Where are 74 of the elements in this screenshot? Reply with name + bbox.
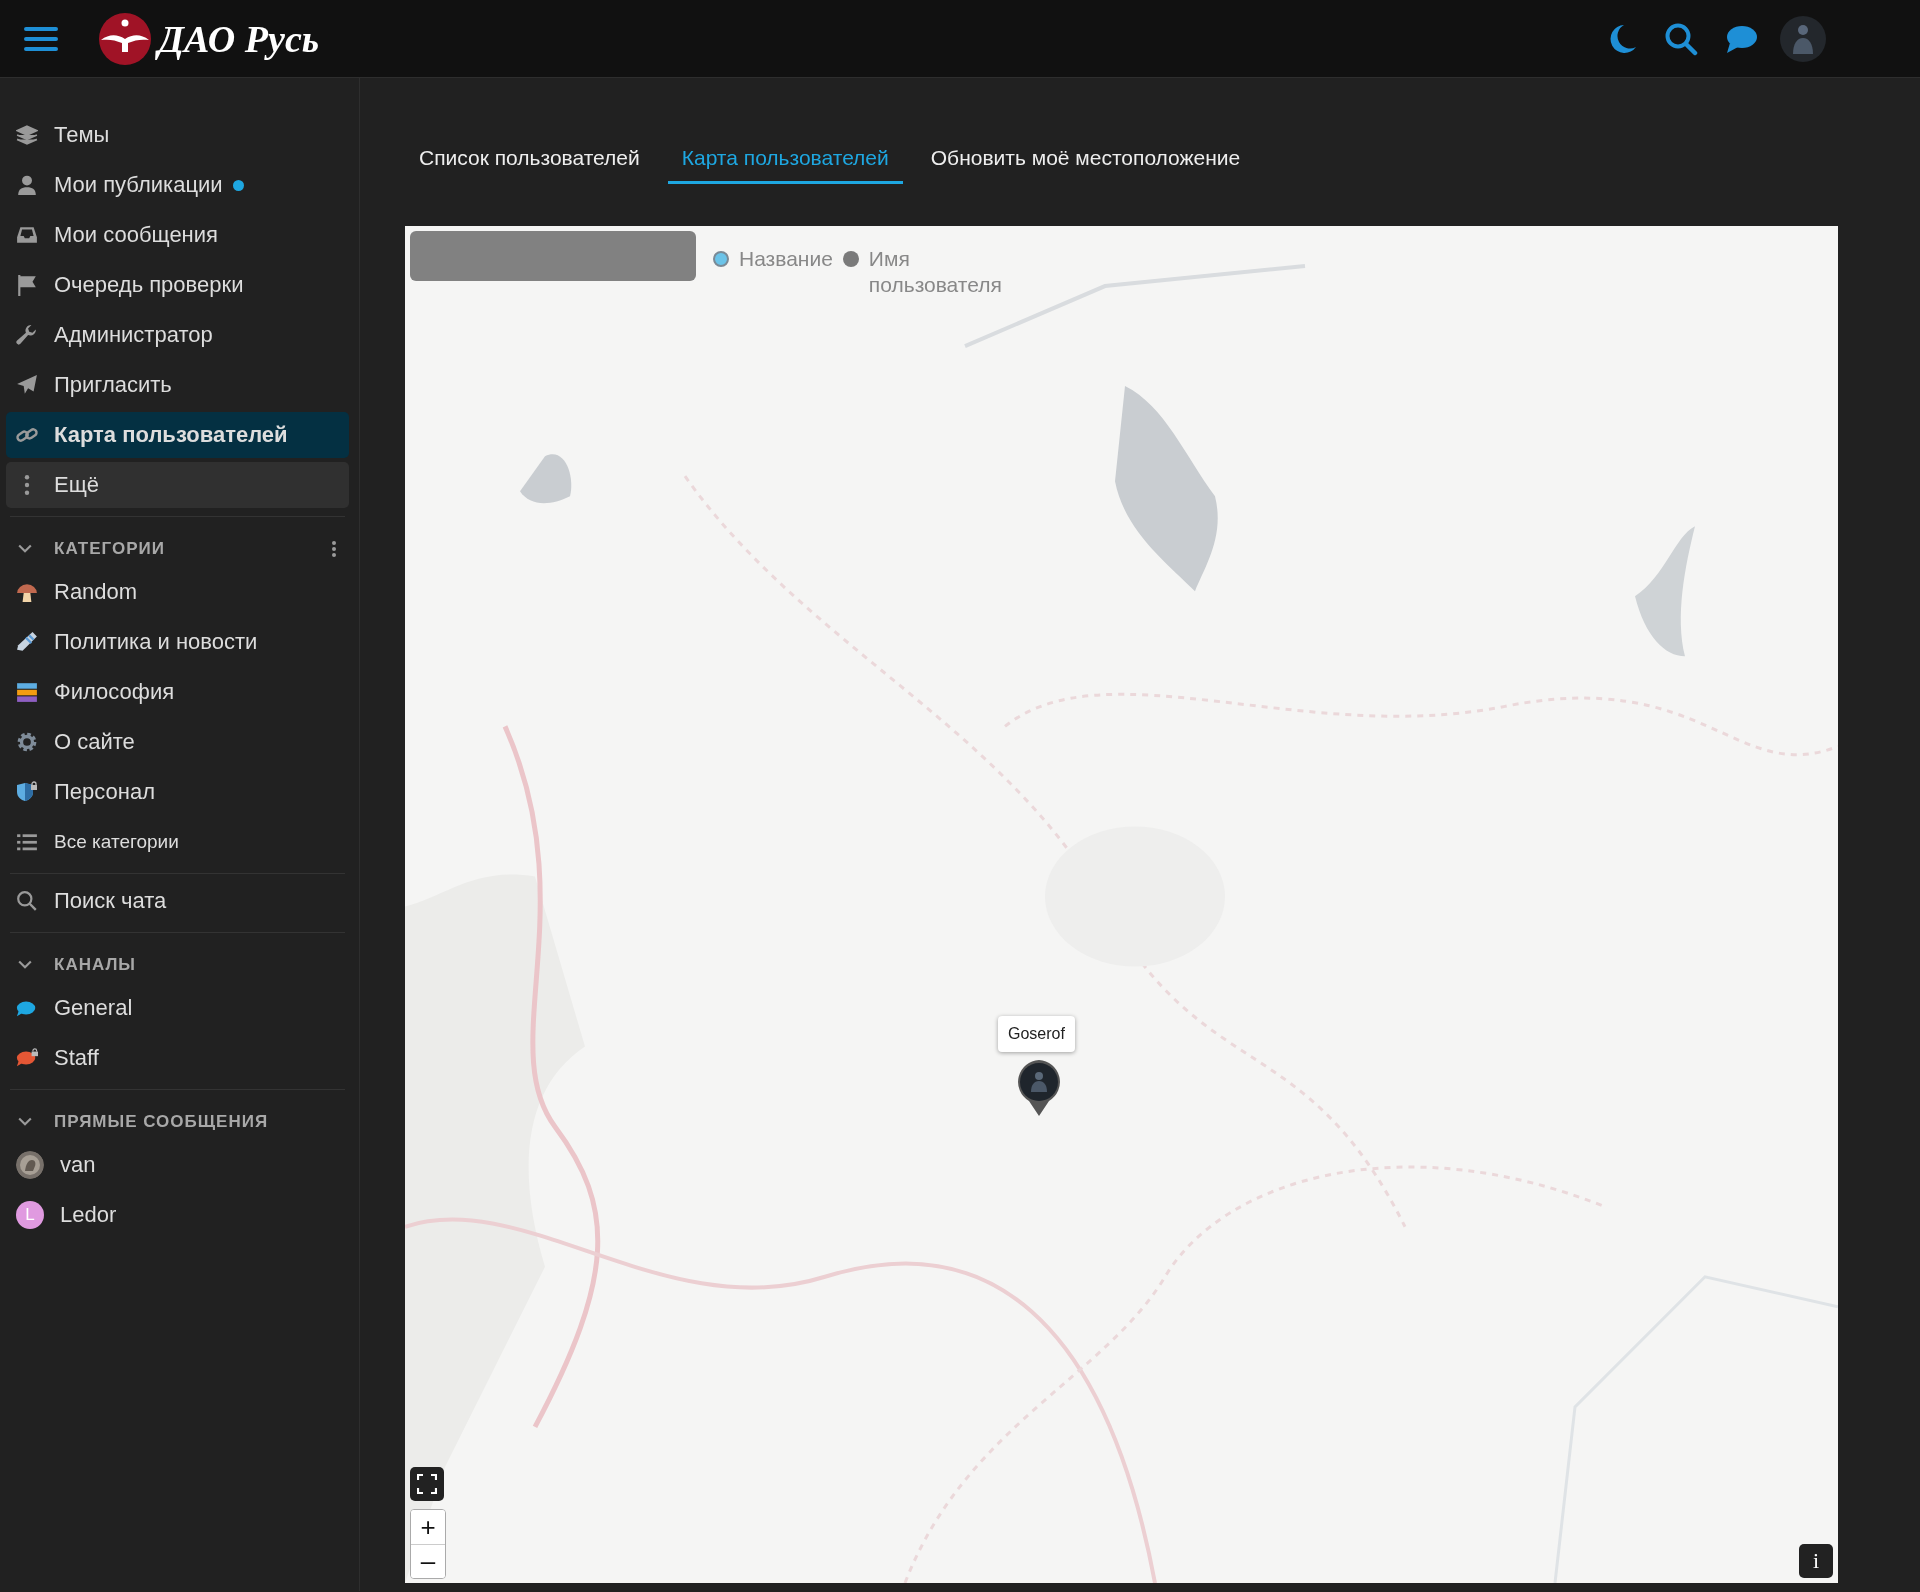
chat-search-item[interactable]: Поиск чата: [6, 878, 349, 924]
search-field[interactable]: [410, 231, 696, 281]
bird-logo-icon[interactable]: [98, 11, 152, 66]
chevron-icon[interactable]: [18, 544, 32, 554]
flag-icon: [16, 274, 38, 296]
sidebar-label: Карта пользователей: [54, 422, 288, 448]
category-item[interactable]: Random: [6, 569, 349, 615]
shield-icon: [16, 781, 38, 803]
search-icon[interactable]: [1664, 21, 1698, 56]
sidebar-item[interactable]: Темы: [6, 112, 349, 158]
category-item[interactable]: Персонал: [6, 769, 349, 815]
section-heading[interactable]: КАНАЛЫ: [54, 955, 136, 975]
direct-message-item[interactable]: van: [6, 1142, 349, 1188]
inbox-icon: [16, 224, 38, 246]
category-item[interactable]: Политика и новости: [6, 619, 349, 665]
gear-icon: [16, 731, 38, 753]
sidebar-label: Очередь проверки: [54, 272, 244, 298]
send-icon: [16, 374, 38, 396]
category-label: О сайте: [54, 729, 135, 755]
zoom-out-button[interactable]: –: [411, 1544, 445, 1578]
sidebar-label: Пригласить: [54, 372, 172, 398]
channel-label: General: [54, 995, 133, 1021]
category-label: Все категории: [54, 831, 179, 853]
sidebar-item[interactable]: Карта пользователей: [6, 412, 349, 458]
chevron-icon[interactable]: [18, 960, 32, 970]
category-label: Политика и новости: [54, 629, 258, 655]
sidebar-label: Темы: [54, 122, 110, 148]
sidebar-item[interactable]: Ещё: [6, 462, 349, 508]
sidebar-item[interactable]: Пригласить: [6, 362, 349, 408]
channel-label: Staff: [54, 1045, 99, 1071]
sidebar-label: Поиск чата: [54, 888, 167, 914]
user-avatar: [16, 1151, 44, 1179]
more-icon: [23, 474, 31, 496]
tab[interactable]: Список пользователей: [405, 144, 654, 184]
tab[interactable]: Обновить моё местоположение: [916, 144, 1255, 184]
mushroom-icon: [16, 581, 38, 603]
contact-label: Ledor: [60, 1202, 117, 1228]
fullscreen-button[interactable]: [410, 1467, 444, 1501]
sidebar-item[interactable]: Очередь проверки: [6, 262, 349, 308]
user-icon: [16, 174, 38, 196]
books-icon: [16, 681, 38, 703]
category-item[interactable]: О сайте: [6, 719, 349, 765]
sidebar-label: Мои публикации: [54, 172, 223, 198]
category-label: Философия: [54, 679, 175, 705]
more-icon[interactable]: [331, 540, 337, 558]
tab[interactable]: Карта пользователей: [667, 144, 903, 184]
section-heading[interactable]: ПРЯМЫЕ СООБЩЕНИЯ: [54, 1112, 269, 1132]
list-icon: [16, 831, 38, 853]
sidebar-label: Администратор: [54, 322, 213, 348]
user-avatar[interactable]: [1780, 15, 1826, 62]
search-icon: [16, 890, 38, 912]
menu-icon[interactable]: [24, 25, 58, 52]
category-label: Персонал: [54, 779, 155, 805]
map-pin-icon[interactable]: [1015, 1058, 1063, 1118]
chevron-icon[interactable]: [18, 1117, 32, 1127]
fullscreen-icon: [417, 1474, 437, 1494]
sidebar-label: Мои сообщения: [54, 222, 218, 248]
info-button[interactable]: i: [1799, 1544, 1833, 1578]
layers-icon: [16, 124, 38, 146]
channel-item[interactable]: Staff: [6, 1035, 349, 1081]
category-label: Random: [54, 579, 138, 605]
category-item[interactable]: Все категории: [6, 819, 349, 865]
user-avatar: L: [16, 1201, 44, 1229]
wrench-icon: [16, 324, 38, 346]
contact-label: van: [60, 1152, 96, 1178]
category-item[interactable]: Философия: [6, 669, 349, 715]
sidebar-item[interactable]: Мои сообщения: [6, 212, 349, 258]
section-heading[interactable]: КАТЕГОРИИ: [54, 539, 165, 559]
direct-message-item[interactable]: L Ledor: [6, 1192, 349, 1238]
marker-tooltip: Goserof: [998, 1016, 1075, 1052]
channel-item[interactable]: General: [6, 985, 349, 1031]
sidebar-item[interactable]: Администратор: [6, 312, 349, 358]
sidebar-label: Ещё: [54, 472, 99, 498]
sidebar-item[interactable]: Мои публикации: [6, 162, 349, 208]
